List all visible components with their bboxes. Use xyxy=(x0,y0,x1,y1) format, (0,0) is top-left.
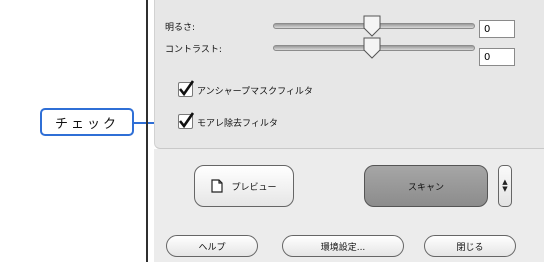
checkmark-icon xyxy=(178,112,194,129)
checkmark-icon xyxy=(178,80,194,97)
settings-button[interactable]: 環境設定... xyxy=(282,235,404,257)
descreening-label: モアレ除去フィルタ xyxy=(197,119,278,129)
scan-options-stepper[interactable]: ▲ ▼ xyxy=(498,165,512,207)
preview-button[interactable]: プレビュー xyxy=(194,165,294,207)
callout-label: チェック xyxy=(40,108,134,136)
contrast-label: コントラスト: xyxy=(165,45,222,55)
action-area: プレビュー スキャン ▲ ▼ ヘルプ 環境設定... 閉じる xyxy=(154,149,544,262)
document-icon xyxy=(211,179,224,193)
adjustments-panel: 明るさ: 0 コントラスト: 0 アンシャープマスクフィルタ モアレ除去フィルタ xyxy=(154,0,544,149)
brightness-value-field[interactable]: 0 xyxy=(479,20,515,38)
close-button[interactable]: 閉じる xyxy=(424,235,516,257)
preview-button-label: プレビュー xyxy=(231,182,277,193)
up-down-arrows-icon: ▲ ▼ xyxy=(502,178,508,193)
settings-button-label: 環境設定... xyxy=(320,242,366,253)
contrast-value-field[interactable]: 0 xyxy=(479,48,515,66)
brightness-slider-thumb[interactable] xyxy=(363,15,381,37)
scan-button-label: スキャン xyxy=(407,182,444,193)
help-button-label: ヘルプ xyxy=(198,242,226,253)
unsharp-mask-checkbox[interactable] xyxy=(178,80,194,97)
help-button[interactable]: ヘルプ xyxy=(166,235,258,257)
scan-dialog: 明るさ: 0 コントラスト: 0 アンシャープマスクフィルタ モアレ除去フィルタ xyxy=(146,0,544,262)
callout-text: チェック xyxy=(54,116,119,132)
scan-button[interactable]: スキャン xyxy=(364,165,488,207)
brightness-label: 明るさ: xyxy=(165,23,196,33)
descreening-checkbox[interactable] xyxy=(178,112,194,129)
contrast-slider-thumb[interactable] xyxy=(363,37,381,59)
close-button-label: 閉じる xyxy=(456,242,484,253)
unsharp-mask-label: アンシャープマスクフィルタ xyxy=(197,87,313,97)
